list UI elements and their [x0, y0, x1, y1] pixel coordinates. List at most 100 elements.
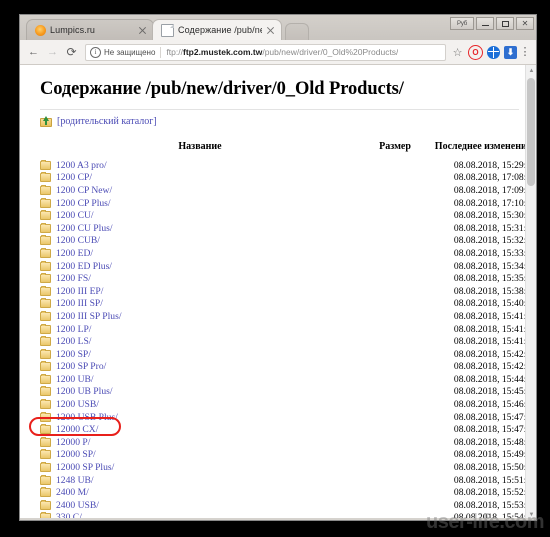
extension-globe-icon[interactable]: [487, 45, 500, 59]
table-row[interactable]: 1200 SP/08.08.2018, 15:42:00: [40, 348, 525, 361]
minimize-button[interactable]: [476, 17, 494, 30]
directory-link[interactable]: 1200 LP/: [56, 324, 91, 335]
directory-link[interactable]: 1200 UB/: [56, 374, 94, 385]
reload-button[interactable]: ⟳: [63, 44, 80, 61]
maximize-button[interactable]: [496, 17, 514, 30]
table-row[interactable]: 1200 CUB/08.08.2018, 15:32:00: [40, 235, 525, 248]
directory-link[interactable]: 1200 FS/: [56, 273, 91, 284]
directory-link[interactable]: 1200 ED/: [56, 248, 93, 259]
directory-link[interactable]: 1200 ED Plus/: [56, 261, 112, 272]
cell-modified: 08.08.2018, 15:46:00: [453, 399, 525, 411]
directory-link[interactable]: 1200 III SP Plus/: [56, 311, 121, 322]
cell-modified: 08.08.2018, 15:34:00: [453, 260, 525, 272]
table-row[interactable]: 1200 III EP/08.08.2018, 15:38:00: [40, 285, 525, 298]
tab-close-icon[interactable]: [138, 26, 147, 35]
folder-icon: [40, 436, 51, 447]
directory-link[interactable]: 12000 P/: [56, 437, 90, 448]
name-cell-content: 12000 SP Plus/: [40, 462, 360, 473]
directory-link[interactable]: 1200 CP New/: [56, 185, 112, 196]
close-button[interactable]: ✕: [516, 17, 534, 30]
directory-link[interactable]: 2400 M/: [56, 487, 89, 498]
directory-link[interactable]: 1200 CP Plus/: [56, 198, 111, 209]
table-row[interactable]: 2400 M/08.08.2018, 15:52:00: [40, 486, 525, 499]
table-row[interactable]: 1200 CP New/08.08.2018, 17:09:00: [40, 184, 525, 197]
table-row[interactable]: 1200 III SP Plus/08.08.2018, 15:41:00: [40, 310, 525, 323]
directory-link[interactable]: 12000 SP/: [56, 449, 96, 460]
parent-directory-link[interactable]: [родительский каталог]: [40, 116, 525, 127]
table-row[interactable]: 1200 CP/08.08.2018, 17:08:00: [40, 172, 525, 185]
table-row[interactable]: 1200 UB Plus/08.08.2018, 15:45:00: [40, 386, 525, 399]
tab-ftp-listing[interactable]: Содержание /pub/new/d: [152, 19, 282, 40]
column-header-modified[interactable]: Последнее изменение: [430, 141, 525, 159]
table-row[interactable]: 12000 SP Plus/08.08.2018, 15:50:00: [40, 461, 525, 474]
browser-menu-icon[interactable]: ⋮: [519, 47, 531, 58]
name-cell-content: 1200 ED Plus/: [40, 260, 360, 272]
folder-icon: [40, 386, 51, 397]
cell-name: 1200 CP/: [40, 172, 360, 185]
cell-size: [360, 398, 430, 411]
info-circle-icon[interactable]: i: [90, 46, 101, 58]
security-status-text: Не защищено: [104, 47, 156, 57]
table-row[interactable]: 1200 SP Pro/08.08.2018, 15:42:00: [40, 361, 525, 374]
column-header-size[interactable]: Размер: [360, 141, 430, 159]
table-row[interactable]: 1200 LP/08.08.2018, 15:41:00: [40, 323, 525, 336]
table-row[interactable]: 1200 CU/08.08.2018, 15:30:00: [40, 209, 525, 222]
directory-link[interactable]: 1200 USB Plus/: [56, 412, 118, 423]
directory-link[interactable]: 1200 CP/: [56, 172, 92, 183]
directory-link[interactable]: 1248 UB/: [56, 475, 94, 486]
table-row[interactable]: 1200 A3 pro/08.08.2018, 15:29:00: [40, 159, 525, 172]
directory-link[interactable]: 12000 CX/: [56, 424, 98, 435]
directory-link[interactable]: 1200 SP/: [56, 349, 91, 360]
directory-link[interactable]: 1200 CU/: [56, 210, 94, 221]
cell-modified: 08.08.2018, 15:47:00: [453, 411, 525, 423]
favicon-page-icon: [161, 23, 174, 37]
table-row[interactable]: 1200 ED Plus/08.08.2018, 15:34:00: [40, 260, 525, 273]
cell-name: 1200 III EP/: [40, 285, 360, 298]
table-row[interactable]: 2400 USB/08.08.2018, 15:53:00: [40, 499, 525, 512]
scrollbar-thumb[interactable]: [527, 78, 535, 186]
cell-size: [360, 260, 430, 273]
column-header-name[interactable]: Название: [40, 141, 360, 159]
directory-link[interactable]: 1200 UB Plus/: [56, 386, 113, 397]
folder-up-icon: [40, 116, 52, 127]
directory-link[interactable]: 1200 SP Pro/: [56, 361, 106, 372]
table-row[interactable]: 12000 P/08.08.2018, 15:48:00: [40, 436, 525, 449]
name-cell-content: 1200 CP New/: [40, 184, 360, 196]
directory-link[interactable]: 2400 USB/: [56, 500, 99, 511]
browser-toolbar: ← → ⟳ i Не защищено ftp://ftp2.mustek.co…: [20, 40, 536, 65]
scrollbar-up-arrow-icon[interactable]: ▲: [526, 65, 536, 76]
name-cell-content: 1200 A3 pro/: [40, 159, 360, 171]
tab-close-icon[interactable]: [266, 26, 275, 35]
directory-link[interactable]: 1200 CUB/: [56, 235, 100, 246]
new-tab-button[interactable]: [285, 23, 309, 40]
directory-link[interactable]: 1200 USB/: [56, 399, 99, 410]
back-button[interactable]: ←: [25, 44, 42, 61]
table-row[interactable]: 12000 CX/08.08.2018, 15:47:00: [40, 423, 525, 436]
window-label-button[interactable]: Руб: [450, 17, 474, 30]
table-row[interactable]: 1248 UB/08.08.2018, 15:51:00: [40, 474, 525, 487]
table-row[interactable]: 1200 CU Plus/08.08.2018, 15:31:00: [40, 222, 525, 235]
address-bar[interactable]: i Не защищено ftp://ftp2.mustek.com.tw/p…: [85, 43, 446, 61]
forward-button[interactable]: →: [44, 44, 61, 61]
table-row[interactable]: 1200 UB/08.08.2018, 15:44:00: [40, 373, 525, 386]
table-row[interactable]: 1200 ED/08.08.2018, 15:33:00: [40, 247, 525, 260]
table-row[interactable]: 1200 FS/08.08.2018, 15:35:00: [40, 272, 525, 285]
extension-opera-icon[interactable]: O: [468, 44, 483, 60]
table-row[interactable]: 1200 USB/08.08.2018, 15:46:00: [40, 398, 525, 411]
directory-link[interactable]: 1200 III SP/: [56, 298, 103, 309]
table-row[interactable]: 1200 LS/08.08.2018, 15:41:00: [40, 335, 525, 348]
table-row[interactable]: 1200 CP Plus/08.08.2018, 17:10:00: [40, 197, 525, 210]
cell-modified: 08.08.2018, 15:47:00: [453, 424, 525, 436]
directory-link[interactable]: 1200 LS/: [56, 336, 91, 347]
directory-link[interactable]: 12000 SP Plus/: [56, 462, 114, 473]
tab-lumpics[interactable]: Lumpics.ru: [26, 19, 154, 40]
table-row[interactable]: 1200 USB Plus/08.08.2018, 15:47:00: [40, 411, 525, 424]
table-row[interactable]: 12000 SP/08.08.2018, 15:49:00: [40, 449, 525, 462]
page-scrollbar[interactable]: ▲ ▼: [525, 65, 536, 520]
directory-link[interactable]: 1200 III EP/: [56, 286, 103, 297]
directory-link[interactable]: 1200 CU Plus/: [56, 223, 113, 234]
bookmark-star-icon[interactable]: ☆: [451, 46, 464, 59]
extension-download-icon[interactable]: ⬇: [504, 45, 517, 59]
table-row[interactable]: 1200 III SP/08.08.2018, 15:40:00: [40, 298, 525, 311]
directory-link[interactable]: 1200 A3 pro/: [56, 160, 107, 171]
